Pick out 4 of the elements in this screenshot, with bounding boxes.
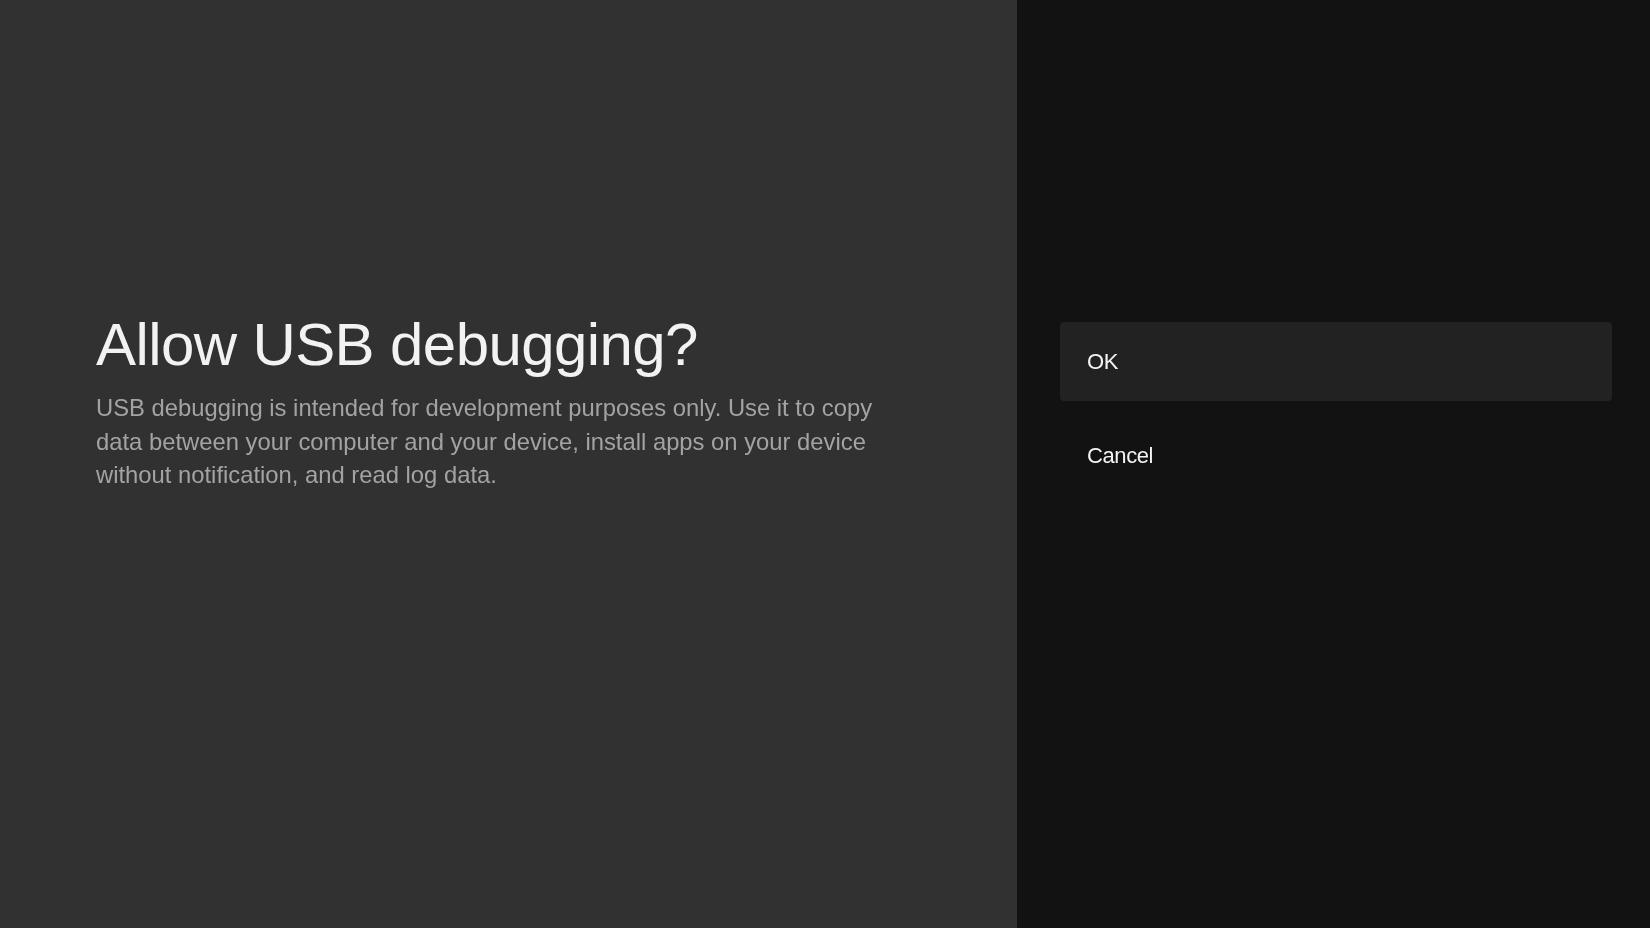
action-button[interactable]: Cancel <box>1060 416 1612 495</box>
dialog-title: Allow USB debugging? <box>96 310 698 380</box>
dialog-message: USB debugging is intended for development purposes only. Use it to copy data between your computer and your device, install apps on your device without notification, and read log data. <box>96 393 874 491</box>
action-button[interactable]: OK <box>1060 322 1612 401</box>
